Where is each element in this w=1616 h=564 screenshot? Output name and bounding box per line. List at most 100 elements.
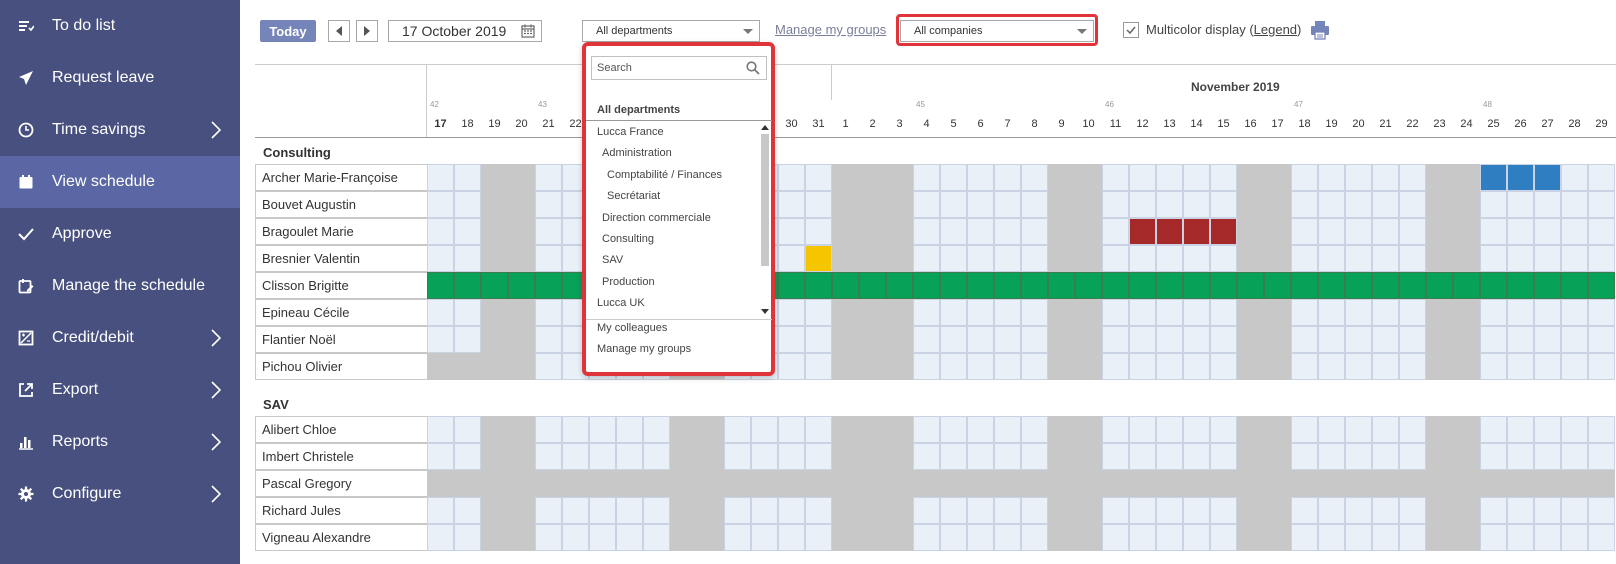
- employee-name[interactable]: Bresnier Valentin: [255, 245, 427, 272]
- day-cell[interactable]: [1561, 164, 1588, 191]
- day-cell[interactable]: [1561, 443, 1588, 470]
- day-cell[interactable]: [1507, 191, 1534, 218]
- day-cell[interactable]: [616, 497, 643, 524]
- day-cell[interactable]: [1156, 245, 1183, 272]
- day-cell[interactable]: [508, 353, 535, 380]
- day-cell[interactable]: [427, 416, 454, 443]
- day-cell[interactable]: [1480, 470, 1507, 497]
- day-cell[interactable]: [1183, 353, 1210, 380]
- day-cell[interactable]: [1453, 164, 1480, 191]
- scrollbar-thumb[interactable]: [761, 134, 769, 266]
- day-cell[interactable]: [508, 497, 535, 524]
- day-cell[interactable]: [1021, 326, 1048, 353]
- day-cell[interactable]: [1210, 218, 1237, 245]
- day-cell[interactable]: [1156, 443, 1183, 470]
- day-cell[interactable]: [1183, 164, 1210, 191]
- day-cell[interactable]: [589, 497, 616, 524]
- day-cell[interactable]: [778, 416, 805, 443]
- employee-name[interactable]: Bouvet Augustin: [255, 191, 427, 218]
- day-cell[interactable]: [994, 299, 1021, 326]
- day-cell[interactable]: [1372, 416, 1399, 443]
- day-cell[interactable]: [1210, 164, 1237, 191]
- day-cell[interactable]: [1264, 470, 1291, 497]
- day-cell[interactable]: [778, 524, 805, 551]
- day-cell[interactable]: [1345, 218, 1372, 245]
- day-cell[interactable]: [886, 353, 913, 380]
- day-cell[interactable]: [1048, 272, 1075, 299]
- day-cell[interactable]: [1372, 353, 1399, 380]
- day-cell[interactable]: [913, 218, 940, 245]
- day-cell[interactable]: [1453, 299, 1480, 326]
- day-cell[interactable]: [1129, 218, 1156, 245]
- day-cell[interactable]: [1021, 272, 1048, 299]
- day-cell[interactable]: [1210, 245, 1237, 272]
- day-cell[interactable]: [616, 443, 643, 470]
- day-cell[interactable]: [1291, 299, 1318, 326]
- day-cell[interactable]: [481, 524, 508, 551]
- day-cell[interactable]: [454, 470, 481, 497]
- day-cell[interactable]: [832, 272, 859, 299]
- day-cell[interactable]: [913, 443, 940, 470]
- day-cell[interactable]: [1291, 272, 1318, 299]
- day-cell[interactable]: [427, 524, 454, 551]
- day-cell[interactable]: [508, 191, 535, 218]
- day-cell[interactable]: [1156, 524, 1183, 551]
- day-cell[interactable]: [1237, 299, 1264, 326]
- day-cell[interactable]: [1345, 497, 1372, 524]
- day-cell[interactable]: [1291, 326, 1318, 353]
- day-cell[interactable]: [670, 416, 697, 443]
- day-cell[interactable]: [1399, 326, 1426, 353]
- day-cell[interactable]: [1534, 164, 1561, 191]
- day-cell[interactable]: [1372, 218, 1399, 245]
- day-cell[interactable]: [805, 218, 832, 245]
- day-cell[interactable]: [1480, 443, 1507, 470]
- day-cell[interactable]: [940, 299, 967, 326]
- day-cell[interactable]: [535, 443, 562, 470]
- day-cell[interactable]: [994, 353, 1021, 380]
- day-cell[interactable]: [1183, 416, 1210, 443]
- day-cell[interactable]: [1534, 218, 1561, 245]
- day-cell[interactable]: [859, 416, 886, 443]
- day-cell[interactable]: [1426, 326, 1453, 353]
- day-cell[interactable]: [967, 443, 994, 470]
- day-cell[interactable]: [1264, 524, 1291, 551]
- day-cell[interactable]: [454, 245, 481, 272]
- day-cell[interactable]: [1210, 443, 1237, 470]
- day-cell[interactable]: [562, 497, 589, 524]
- day-cell[interactable]: [1426, 299, 1453, 326]
- day-cell[interactable]: [1480, 191, 1507, 218]
- day-cell[interactable]: [1372, 470, 1399, 497]
- day-cell[interactable]: [535, 245, 562, 272]
- day-cell[interactable]: [1561, 353, 1588, 380]
- day-cell[interactable]: [1507, 470, 1534, 497]
- employee-name[interactable]: Archer Marie-Françoise: [255, 164, 427, 191]
- day-cell[interactable]: [1372, 272, 1399, 299]
- day-cell[interactable]: [1318, 218, 1345, 245]
- day-cell[interactable]: [778, 272, 805, 299]
- day-cell[interactable]: [751, 470, 778, 497]
- day-cell[interactable]: [1237, 245, 1264, 272]
- day-cell[interactable]: [616, 416, 643, 443]
- day-cell[interactable]: [589, 470, 616, 497]
- day-cell[interactable]: [859, 218, 886, 245]
- day-cell[interactable]: [562, 470, 589, 497]
- day-cell[interactable]: [1318, 272, 1345, 299]
- day-cell[interactable]: [967, 218, 994, 245]
- day-cell[interactable]: [832, 416, 859, 443]
- day-cell[interactable]: [427, 272, 454, 299]
- day-cell[interactable]: [508, 524, 535, 551]
- date-picker-input[interactable]: 17 October 2019: [388, 20, 542, 42]
- day-cell[interactable]: [1561, 416, 1588, 443]
- day-cell[interactable]: [1507, 326, 1534, 353]
- day-cell[interactable]: [1129, 191, 1156, 218]
- all-departments-option[interactable]: All departments: [597, 104, 680, 116]
- day-cell[interactable]: [967, 299, 994, 326]
- day-cell[interactable]: [1291, 164, 1318, 191]
- day-cell[interactable]: [1075, 470, 1102, 497]
- day-cell[interactable]: [1210, 353, 1237, 380]
- day-cell[interactable]: [1075, 524, 1102, 551]
- day-cell[interactable]: [508, 272, 535, 299]
- day-cell[interactable]: [1426, 164, 1453, 191]
- day-cell[interactable]: [1156, 164, 1183, 191]
- day-cell[interactable]: [1507, 353, 1534, 380]
